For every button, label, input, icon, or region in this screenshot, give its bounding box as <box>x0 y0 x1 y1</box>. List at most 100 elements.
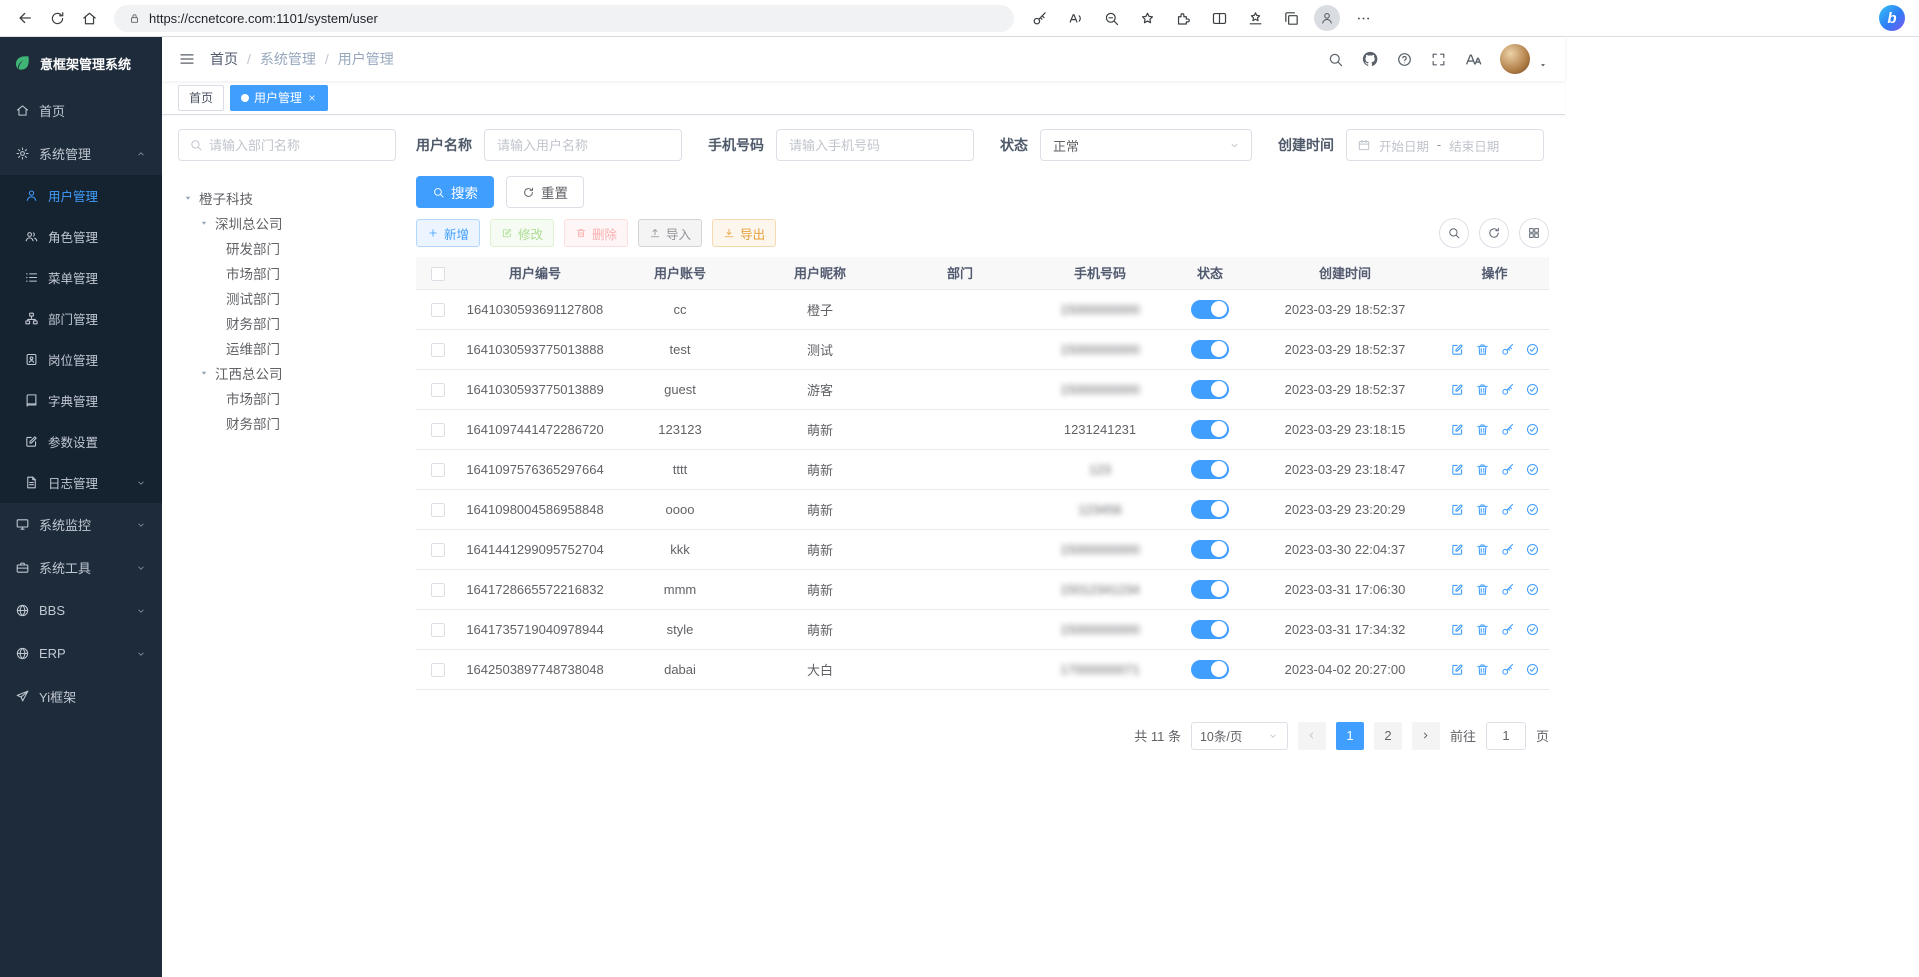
search-icon[interactable] <box>1327 51 1344 68</box>
tree-caret-icon[interactable] <box>198 367 210 379</box>
reset-password-icon[interactable] <box>1500 502 1515 517</box>
fullscreen-icon[interactable] <box>1430 51 1447 68</box>
delete-icon[interactable] <box>1475 542 1490 557</box>
more-icon[interactable] <box>1348 3 1378 33</box>
favorites-icon[interactable] <box>1132 3 1162 33</box>
app-logo[interactable]: 意框架管理系统 <box>0 37 162 89</box>
password-manager-icon[interactable] <box>1024 3 1054 33</box>
refresh-table-button[interactable] <box>1479 218 1509 248</box>
add-button[interactable]: 新增 <box>416 219 480 247</box>
zoom-icon[interactable] <box>1096 3 1126 33</box>
sidebar-item-user[interactable]: 用户管理 <box>0 175 162 216</box>
tree-node[interactable]: 深圳总公司 <box>178 210 396 235</box>
sidebar-item-home[interactable]: 首页 <box>0 89 162 132</box>
assign-role-icon[interactable] <box>1525 662 1540 677</box>
assign-role-icon[interactable] <box>1525 582 1540 597</box>
row-checkbox[interactable] <box>431 383 445 397</box>
tab-user[interactable]: 用户管理 <box>230 85 328 111</box>
edit-icon[interactable] <box>1450 622 1465 637</box>
search-button[interactable]: 搜索 <box>416 176 494 208</box>
sidebar-item-bbs[interactable]: BBS <box>0 589 162 632</box>
page-button-1[interactable]: 1 <box>1336 722 1364 750</box>
address-bar[interactable]: https://ccnetcore.com:1101/system/user <box>114 5 1014 32</box>
sidebar-item-dict[interactable]: 字典管理 <box>0 380 162 421</box>
sidebar-toggle-icon[interactable] <box>178 50 196 68</box>
row-checkbox[interactable] <box>431 343 445 357</box>
delete-icon[interactable] <box>1475 582 1490 597</box>
edit-icon[interactable] <box>1450 382 1465 397</box>
status-toggle[interactable] <box>1191 300 1229 319</box>
copilot-icon[interactable]: b <box>1879 5 1905 31</box>
back-icon[interactable] <box>10 3 40 33</box>
status-toggle[interactable] <box>1191 380 1229 399</box>
reset-password-icon[interactable] <box>1500 382 1515 397</box>
breadcrumb-item[interactable]: 首页 <box>210 49 238 69</box>
reset-password-icon[interactable] <box>1500 422 1515 437</box>
user-avatar[interactable] <box>1500 44 1530 74</box>
select-all-checkbox[interactable] <box>431 267 445 281</box>
delete-icon[interactable] <box>1475 502 1490 517</box>
tree-node[interactable]: 财务部门 <box>178 310 396 335</box>
row-checkbox[interactable] <box>431 463 445 477</box>
delete-icon[interactable] <box>1475 422 1490 437</box>
column-settings-button[interactable] <box>1519 218 1549 248</box>
copilot-button[interactable]: b <box>1879 5 1905 31</box>
assign-role-icon[interactable] <box>1525 502 1540 517</box>
delete-icon[interactable] <box>1475 622 1490 637</box>
row-checkbox[interactable] <box>431 503 445 517</box>
edit-icon[interactable] <box>1450 542 1465 557</box>
browser-profile-avatar[interactable] <box>1312 3 1342 33</box>
import-button[interactable]: 导入 <box>638 219 702 247</box>
tree-node[interactable]: 运维部门 <box>178 335 396 360</box>
assign-role-icon[interactable] <box>1525 342 1540 357</box>
sidebar-item-erp[interactable]: ERP <box>0 632 162 675</box>
edit-icon[interactable] <box>1450 342 1465 357</box>
edit-icon[interactable] <box>1450 662 1465 677</box>
assign-role-icon[interactable] <box>1525 422 1540 437</box>
tree-node[interactable]: 测试部门 <box>178 285 396 310</box>
status-toggle[interactable] <box>1191 420 1229 439</box>
delete-icon[interactable] <box>1475 382 1490 397</box>
font-size-icon[interactable] <box>1464 50 1483 69</box>
assign-role-icon[interactable] <box>1525 622 1540 637</box>
reset-password-icon[interactable] <box>1500 342 1515 357</box>
reset-button[interactable]: 重置 <box>506 176 584 208</box>
extensions-icon[interactable] <box>1168 3 1198 33</box>
status-toggle[interactable] <box>1191 620 1229 639</box>
row-checkbox[interactable] <box>431 663 445 677</box>
sidebar-item-dept[interactable]: 部门管理 <box>0 298 162 339</box>
sidebar-item-menu[interactable]: 菜单管理 <box>0 257 162 298</box>
tree-node[interactable]: 财务部门 <box>178 410 396 435</box>
status-toggle[interactable] <box>1191 540 1229 559</box>
department-search-input[interactable] <box>209 138 385 153</box>
row-checkbox[interactable] <box>431 543 445 557</box>
prev-page-button[interactable] <box>1298 722 1326 750</box>
toggle-search-button[interactable] <box>1439 218 1469 248</box>
edit-icon[interactable] <box>1450 582 1465 597</box>
tree-node[interactable]: 市场部门 <box>178 260 396 285</box>
close-tab-icon[interactable] <box>307 93 317 103</box>
sidebar-item-post[interactable]: 岗位管理 <box>0 339 162 380</box>
sidebar-item-yi[interactable]: Yi框架 <box>0 675 162 718</box>
status-toggle[interactable] <box>1191 580 1229 599</box>
reset-password-icon[interactable] <box>1500 662 1515 677</box>
tree-node[interactable]: 江西总公司 <box>178 360 396 385</box>
help-icon[interactable] <box>1396 51 1413 68</box>
refresh-icon[interactable] <box>42 3 72 33</box>
split-screen-icon[interactable] <box>1204 3 1234 33</box>
sidebar-item-log[interactable]: 日志管理 <box>0 462 162 503</box>
username-input[interactable] <box>484 129 682 161</box>
home-icon[interactable] <box>74 3 104 33</box>
tree-node[interactable]: 研发部门 <box>178 235 396 260</box>
collections-icon[interactable] <box>1276 3 1306 33</box>
assign-role-icon[interactable] <box>1525 542 1540 557</box>
read-aloud-icon[interactable] <box>1060 3 1090 33</box>
status-select[interactable]: 正常 <box>1040 129 1252 161</box>
next-page-button[interactable] <box>1412 722 1440 750</box>
breadcrumb-item[interactable]: 系统管理 <box>260 49 316 69</box>
goto-page-input[interactable] <box>1486 722 1526 750</box>
edit-icon[interactable] <box>1450 422 1465 437</box>
row-checkbox[interactable] <box>431 623 445 637</box>
sidebar-item-tools[interactable]: 系统工具 <box>0 546 162 589</box>
edit-button[interactable]: 修改 <box>490 219 554 247</box>
